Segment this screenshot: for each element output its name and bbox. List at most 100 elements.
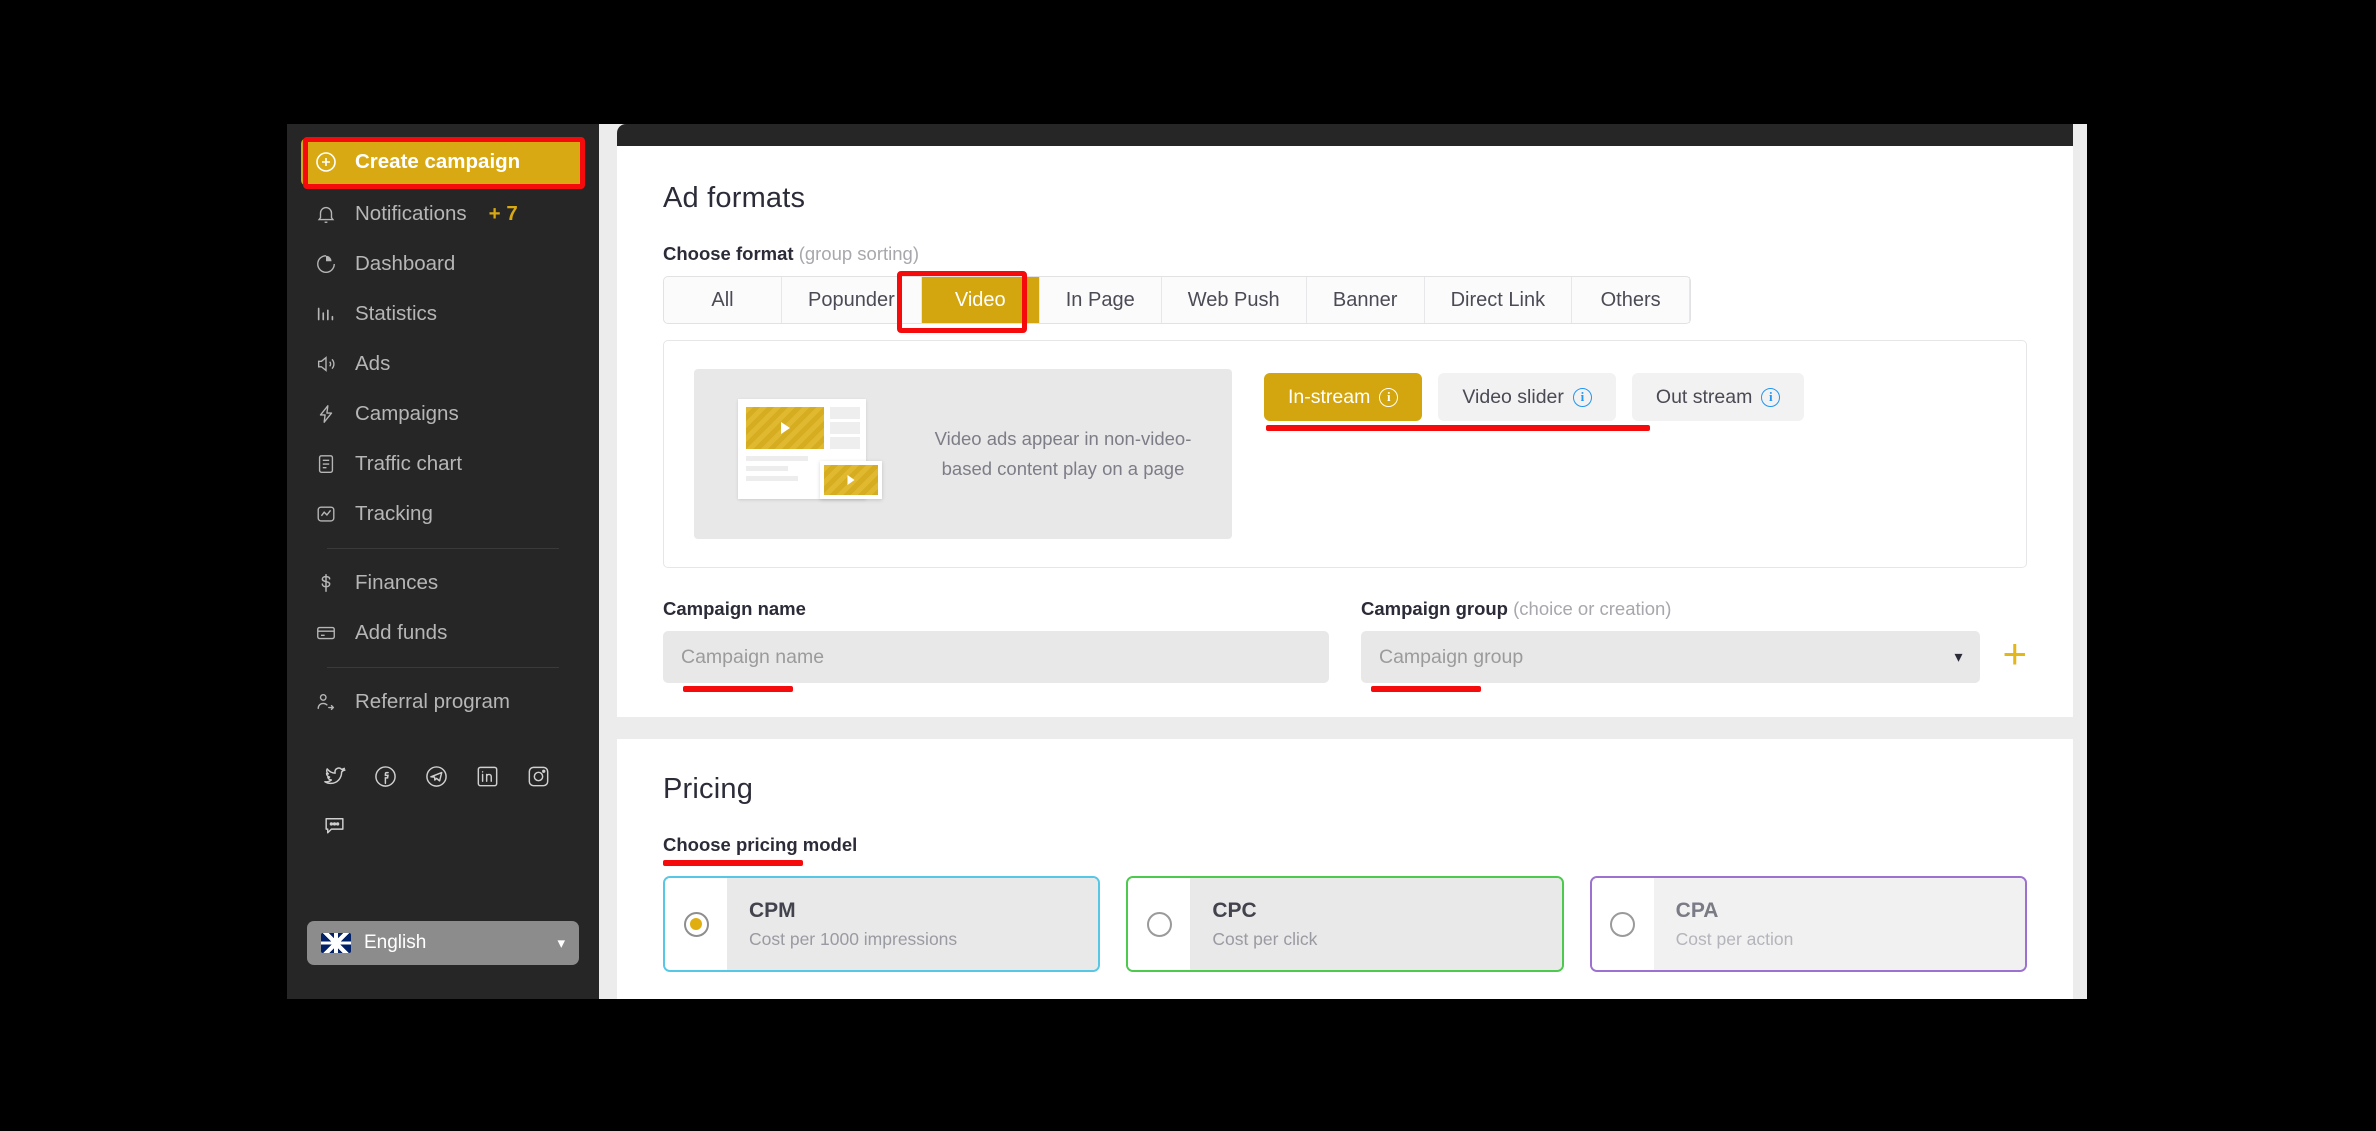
twitter-icon[interactable] — [321, 763, 348, 790]
app-topbar — [617, 124, 2073, 146]
choose-format-label-text: Choose format — [663, 243, 794, 264]
cpa-radio-zone[interactable] — [1592, 878, 1654, 970]
campaign-name-label: Campaign name — [663, 598, 806, 620]
pricing-option-cpa[interactable]: CPA Cost per action — [1590, 876, 2027, 972]
choose-pricing-model-label: Choose pricing model — [663, 834, 857, 856]
cpc-radio-zone[interactable] — [1128, 878, 1190, 970]
cpm-description: Cost per 1000 impressions — [749, 929, 1098, 950]
user-arrow-icon — [313, 689, 339, 715]
tab-banner[interactable]: Banner — [1307, 277, 1425, 323]
activity-square-icon — [313, 501, 339, 527]
notifications-badge: + 7 — [489, 202, 518, 226]
annotation-underline-subformats — [1266, 425, 1650, 431]
tab-direct-link[interactable]: Direct Link — [1425, 277, 1572, 323]
linkedin-icon[interactable] — [474, 763, 501, 790]
bar-chart-icon — [313, 301, 339, 327]
instagram-icon[interactable] — [525, 763, 552, 790]
language-selector[interactable]: English ▾ — [307, 921, 579, 965]
campaign-group-placeholder: Campaign group — [1379, 646, 1523, 669]
social-links-row — [287, 727, 599, 790]
annotation-underline-campaign-group — [1371, 686, 1481, 692]
sidebar-item-referral-program[interactable]: Referral program — [301, 677, 585, 727]
format-detail-panel: Video ads appear in non-video-based cont… — [663, 340, 2027, 568]
cpc-name: CPC — [1212, 899, 1561, 923]
campaign-name-field-group: Campaign name Campaign name — [663, 598, 1329, 683]
sidebar-nav-list: Create campaign Notifications + 7 Dashbo — [287, 138, 599, 727]
info-icon[interactable]: i — [1761, 388, 1780, 407]
bell-icon — [313, 201, 339, 227]
campaign-name-placeholder: Campaign name — [681, 646, 824, 669]
sidebar-item-tracking[interactable]: Tracking — [301, 489, 585, 539]
credit-card-icon — [313, 620, 339, 646]
sidebar-item-label: Campaigns — [355, 402, 459, 426]
annotation-underline-pricing-model — [663, 860, 803, 866]
info-icon[interactable]: i — [1573, 388, 1592, 407]
subformat-buttons: In-stream i Video slider i Out stream i — [1264, 369, 1804, 421]
cpm-name: CPM — [749, 899, 1098, 923]
telegram-icon[interactable] — [423, 763, 450, 790]
tab-others[interactable]: Others — [1572, 277, 1690, 323]
subformat-video-slider[interactable]: Video slider i — [1438, 373, 1616, 421]
subformat-label: Out stream — [1656, 386, 1752, 409]
scroll-container[interactable]: Ad formats Choose format (group sorting)… — [599, 146, 2087, 999]
subformat-in-stream[interactable]: In-stream i — [1264, 373, 1422, 421]
tab-web-push[interactable]: Web Push — [1162, 277, 1307, 323]
cpa-name: CPA — [1676, 899, 2025, 923]
support-chat-row — [287, 790, 599, 839]
cpc-body: CPC Cost per click — [1190, 878, 1561, 970]
campaign-fields-row: Campaign name Campaign name Campaign gro… — [663, 598, 2027, 683]
tab-video[interactable]: Video — [922, 277, 1040, 323]
tab-in-page[interactable]: In Page — [1040, 277, 1162, 323]
tab-all[interactable]: All — [664, 277, 782, 323]
pricing-model-options: CPM Cost per 1000 impressions CPC Cost p… — [663, 876, 2027, 972]
pricing-option-cpm[interactable]: CPM Cost per 1000 impressions — [663, 876, 1100, 972]
campaign-group-select[interactable]: Campaign group ▾ — [1361, 631, 1980, 683]
facebook-icon[interactable] — [372, 763, 399, 790]
subformat-out-stream[interactable]: Out stream i — [1632, 373, 1804, 421]
sidebar-item-create-campaign[interactable]: Create campaign — [301, 138, 585, 186]
radio-button-cpa[interactable] — [1610, 912, 1635, 937]
sidebar-divider — [327, 548, 559, 549]
campaign-name-input[interactable]: Campaign name — [663, 631, 1329, 683]
radio-button-cpc[interactable] — [1147, 912, 1172, 937]
language-label: English — [364, 932, 426, 954]
sidebar-item-label: Traffic chart — [355, 452, 462, 476]
choose-format-label: Choose format (group sorting) — [663, 243, 919, 265]
video-ad-preview-illustration — [720, 389, 900, 519]
pricing-option-cpc[interactable]: CPC Cost per click — [1126, 876, 1563, 972]
subformat-label: In-stream — [1288, 386, 1370, 409]
uk-flag-icon — [321, 933, 351, 953]
add-campaign-group-button[interactable]: + — [2002, 633, 2027, 681]
sidebar-item-ads[interactable]: Ads — [301, 339, 585, 389]
campaign-group-field-group: Campaign group (choice or creation) Camp… — [1361, 598, 2027, 683]
speaker-icon — [313, 351, 339, 377]
chat-bubble-icon[interactable] — [321, 812, 348, 839]
list-document-icon — [313, 451, 339, 477]
sidebar-item-traffic-chart[interactable]: Traffic chart — [301, 439, 585, 489]
sidebar-item-campaigns[interactable]: Campaigns — [301, 389, 585, 439]
annotation-underline-campaign-name — [683, 686, 793, 692]
sidebar-item-statistics[interactable]: Statistics — [301, 289, 585, 339]
radio-button-cpm[interactable] — [684, 912, 709, 937]
dollar-icon — [313, 570, 339, 596]
format-tabs: All Popunder Video In Page Web Push Bann… — [663, 276, 1691, 324]
chevron-down-icon: ▾ — [1954, 647, 1962, 667]
campaign-group-hint: (choice or creation) — [1513, 598, 1671, 619]
cpm-radio-zone[interactable] — [665, 878, 727, 970]
content-area: Ad formats Choose format (group sorting)… — [599, 124, 2087, 999]
sidebar-item-label: Dashboard — [355, 252, 455, 276]
cpa-body: CPA Cost per action — [1654, 878, 2025, 970]
sidebar-item-label: Finances — [355, 571, 438, 595]
chevron-down-icon: ▾ — [557, 934, 565, 952]
sidebar-item-label: Add funds — [355, 621, 447, 645]
pricing-title: Pricing — [663, 773, 2027, 806]
format-preview-box: Video ads appear in non-video-based cont… — [694, 369, 1232, 539]
choose-pricing-model-text: Choose pricing model — [663, 834, 857, 855]
sidebar-item-notifications[interactable]: Notifications + 7 — [301, 189, 585, 239]
sidebar-item-add-funds[interactable]: Add funds — [301, 608, 585, 658]
sidebar-item-finances[interactable]: Finances — [301, 558, 585, 608]
cpc-description: Cost per click — [1212, 929, 1561, 950]
tab-popunder[interactable]: Popunder — [782, 277, 922, 323]
info-icon[interactable]: i — [1379, 388, 1398, 407]
sidebar-item-dashboard[interactable]: Dashboard — [301, 239, 585, 289]
